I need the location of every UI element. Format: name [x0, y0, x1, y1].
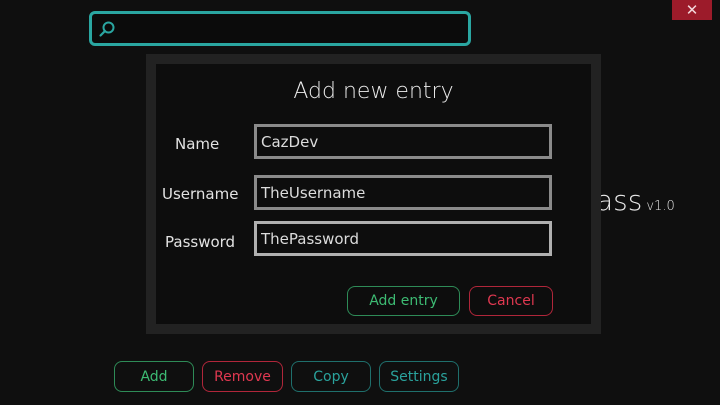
dialog-body: Add new entry Name Username Password Add…: [156, 64, 591, 324]
cancel-label: Cancel: [487, 293, 535, 309]
search-icon: [99, 21, 115, 37]
settings-label: Settings: [390, 368, 448, 385]
app-version: v1.0: [646, 199, 675, 214]
remove-label: Remove: [214, 368, 271, 385]
name-field[interactable]: [254, 124, 552, 159]
settings-button[interactable]: Settings: [379, 361, 459, 392]
dialog-title: Add new entry: [293, 79, 454, 104]
add-entry-dialog: Add new entry Name Username Password Add…: [146, 54, 601, 334]
close-button[interactable]: ✕: [672, 0, 712, 20]
cancel-button[interactable]: Cancel: [469, 286, 553, 316]
close-icon: ✕: [685, 0, 699, 19]
username-field[interactable]: [254, 175, 552, 210]
search-bar[interactable]: [89, 11, 471, 46]
username-label: Username: [162, 185, 239, 203]
password-field[interactable]: [254, 221, 552, 256]
copy-label: Copy: [313, 368, 349, 385]
name-label: Name: [175, 135, 220, 153]
app-title-text: ass: [596, 184, 643, 217]
add-entry-label: Add entry: [369, 293, 438, 309]
remove-button[interactable]: Remove: [202, 361, 283, 392]
add-button[interactable]: Add: [114, 361, 194, 392]
add-entry-button[interactable]: Add entry: [347, 286, 460, 316]
password-label: Password: [165, 233, 236, 251]
search-input[interactable]: [120, 18, 460, 40]
copy-button[interactable]: Copy: [291, 361, 371, 392]
add-label: Add: [140, 368, 168, 385]
app-title: ass v1.0: [596, 184, 675, 217]
